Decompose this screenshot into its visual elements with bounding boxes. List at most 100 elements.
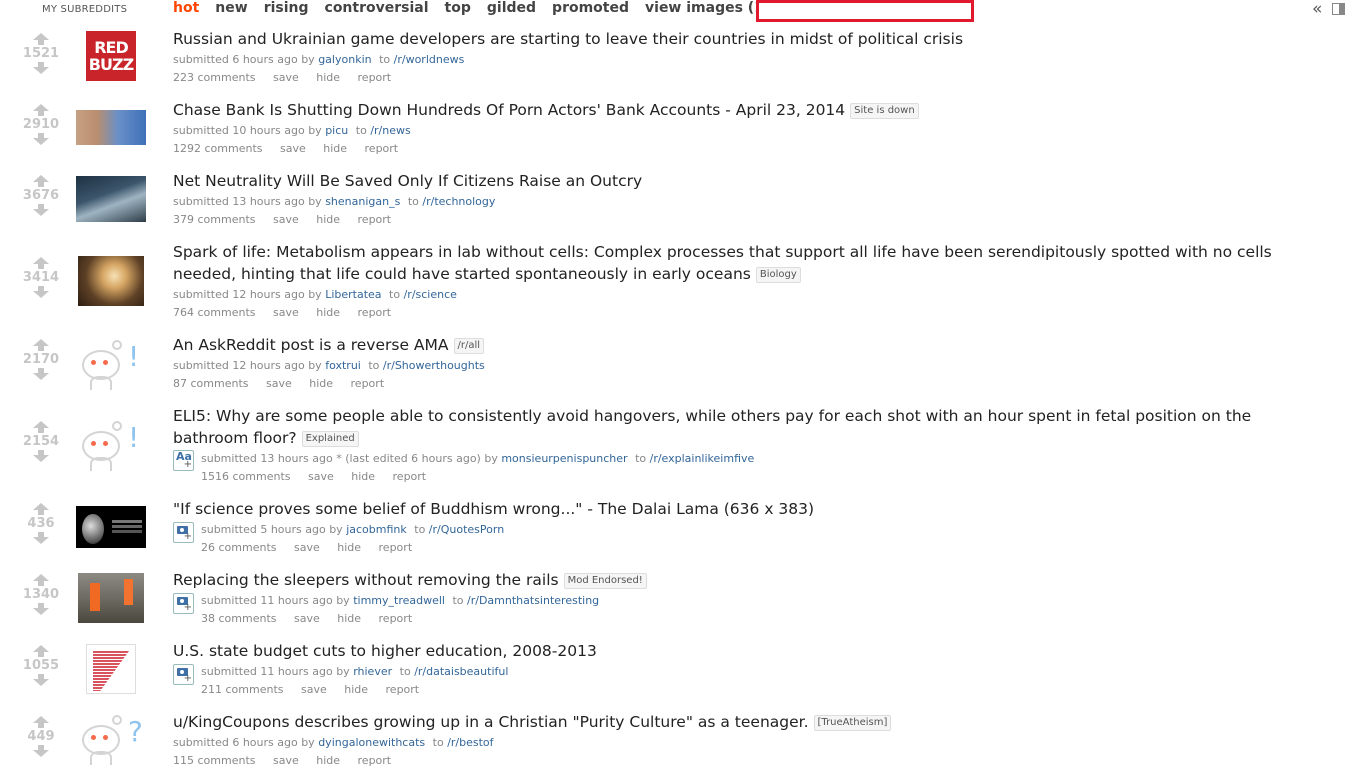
- report-button[interactable]: report: [365, 142, 399, 155]
- post-title[interactable]: u/KingCoupons describes growing up in a …: [173, 711, 892, 733]
- downvote-icon[interactable]: [33, 133, 49, 145]
- tab-gilded[interactable]: gilded: [487, 0, 536, 20]
- subreddit-link[interactable]: /r/dataisbeautiful: [414, 665, 508, 678]
- upvote-icon[interactable]: [33, 716, 49, 728]
- save-button[interactable]: save: [273, 213, 299, 226]
- comments-link[interactable]: 211 comments: [201, 683, 283, 696]
- subreddit-link[interactable]: /r/science: [404, 288, 457, 301]
- subreddit-link[interactable]: /r/worldnews: [394, 53, 465, 66]
- author-link[interactable]: foxtrui: [325, 359, 361, 372]
- author-link[interactable]: Libertatea: [325, 288, 381, 301]
- comments-link[interactable]: 223 comments: [173, 71, 255, 84]
- report-button[interactable]: report: [358, 754, 392, 767]
- subreddit-link[interactable]: /r/technology: [422, 195, 495, 208]
- author-link[interactable]: rhiever: [353, 665, 392, 678]
- report-button[interactable]: report: [358, 213, 392, 226]
- tab-new[interactable]: new: [215, 0, 247, 20]
- upvote-icon[interactable]: [33, 257, 49, 269]
- upvote-icon[interactable]: [33, 339, 49, 351]
- report-button[interactable]: report: [351, 377, 385, 390]
- downvote-icon[interactable]: [33, 450, 49, 462]
- subreddit-link[interactable]: /r/QuotesPorn: [429, 523, 504, 536]
- save-button[interactable]: save: [273, 306, 299, 319]
- comments-link[interactable]: 87 comments: [173, 377, 249, 390]
- thumbnail[interactable]: RED BUZZ: [86, 31, 136, 81]
- tab-rising[interactable]: rising: [264, 0, 309, 20]
- author-link[interactable]: galyonkin: [318, 53, 371, 66]
- image-expando-button[interactable]: +: [173, 593, 194, 614]
- comments-link[interactable]: 115 comments: [173, 754, 255, 767]
- hide-button[interactable]: hide: [337, 612, 361, 625]
- tab-top[interactable]: top: [445, 0, 471, 20]
- report-button[interactable]: report: [393, 470, 427, 483]
- upvote-icon[interactable]: [33, 574, 49, 586]
- comments-link[interactable]: 764 comments: [173, 306, 255, 319]
- report-button[interactable]: report: [358, 306, 392, 319]
- thumbnail[interactable]: [78, 573, 144, 623]
- downvote-icon[interactable]: [33, 368, 49, 380]
- author-link[interactable]: jacobmfink: [346, 523, 407, 536]
- hide-button[interactable]: hide: [337, 541, 361, 554]
- comments-link[interactable]: 26 comments: [201, 541, 277, 554]
- thumbnail[interactable]: !: [76, 340, 146, 390]
- subreddit-link[interactable]: /r/news: [370, 124, 410, 137]
- subreddit-link[interactable]: /r/explainlikeimfive: [650, 452, 755, 465]
- thumbnail[interactable]: [78, 256, 144, 306]
- post-title[interactable]: "If science proves some belief of Buddhi…: [173, 498, 814, 520]
- comments-link[interactable]: 1292 comments: [173, 142, 262, 155]
- save-button[interactable]: save: [308, 470, 334, 483]
- upvote-icon[interactable]: [33, 33, 49, 45]
- subreddit-link[interactable]: /r/Damnthatsinteresting: [467, 594, 599, 607]
- report-button[interactable]: report: [379, 612, 413, 625]
- hide-button[interactable]: hide: [323, 142, 347, 155]
- upvote-icon[interactable]: [33, 175, 49, 187]
- save-button[interactable]: save: [273, 71, 299, 84]
- downvote-icon[interactable]: [33, 603, 49, 615]
- save-button[interactable]: save: [280, 142, 306, 155]
- upvote-icon[interactable]: [33, 104, 49, 116]
- subreddit-link[interactable]: /r/Showerthoughts: [383, 359, 485, 372]
- my-subreddits-link[interactable]: MY SUBREDDITS: [42, 4, 127, 15]
- report-button[interactable]: report: [386, 683, 420, 696]
- thumbnail[interactable]: [76, 110, 146, 145]
- hide-button[interactable]: hide: [316, 754, 340, 767]
- save-button[interactable]: save: [266, 377, 292, 390]
- tab-controversial[interactable]: controversial: [325, 0, 429, 20]
- downvote-icon[interactable]: [33, 745, 49, 757]
- upvote-icon[interactable]: [33, 645, 49, 657]
- report-button[interactable]: report: [358, 71, 392, 84]
- author-link[interactable]: timmy_treadwell: [353, 594, 445, 607]
- post-title[interactable]: ELI5: Why are some people able to consis…: [173, 405, 1273, 449]
- thumbnail[interactable]: !: [76, 421, 146, 471]
- author-link[interactable]: picu: [325, 124, 348, 137]
- comments-link[interactable]: 379 comments: [173, 213, 255, 226]
- post-title[interactable]: U.S. state budget cuts to higher educati…: [173, 640, 597, 662]
- image-expando-button[interactable]: +: [173, 664, 194, 685]
- upvote-icon[interactable]: [33, 503, 49, 515]
- downvote-icon[interactable]: [33, 204, 49, 216]
- report-button[interactable]: report: [379, 541, 413, 554]
- hide-button[interactable]: hide: [344, 683, 368, 696]
- author-link[interactable]: monsieurpenispuncher: [501, 452, 627, 465]
- comments-link[interactable]: 38 comments: [201, 612, 277, 625]
- subreddit-link[interactable]: /r/bestof: [447, 736, 493, 749]
- post-title[interactable]: Chase Bank Is Shutting Down Hundreds Of …: [173, 99, 919, 121]
- save-button[interactable]: save: [294, 541, 320, 554]
- post-title[interactable]: Net Neutrality Will Be Saved Only If Cit…: [173, 170, 642, 192]
- text-expando-button[interactable]: Aa +: [173, 450, 194, 471]
- post-title[interactable]: An AskReddit post is a reverse AMA/r/all: [173, 334, 485, 356]
- author-link[interactable]: shenanigan_s: [325, 195, 400, 208]
- tab-hot[interactable]: hot: [173, 0, 199, 20]
- thumbnail[interactable]: [76, 506, 146, 548]
- hide-button[interactable]: hide: [316, 306, 340, 319]
- post-title[interactable]: Replacing the sleepers without removing …: [173, 569, 647, 591]
- save-button[interactable]: save: [294, 612, 320, 625]
- save-button[interactable]: save: [301, 683, 327, 696]
- sidebar-panel-icon[interactable]: [1332, 3, 1345, 15]
- downvote-icon[interactable]: [33, 674, 49, 686]
- thumbnail[interactable]: [86, 644, 136, 694]
- save-button[interactable]: save: [273, 754, 299, 767]
- post-title[interactable]: Spark of life: Metabolism appears in lab…: [173, 241, 1273, 285]
- post-title[interactable]: Russian and Ukrainian game developers ar…: [173, 28, 963, 50]
- hide-button[interactable]: hide: [316, 213, 340, 226]
